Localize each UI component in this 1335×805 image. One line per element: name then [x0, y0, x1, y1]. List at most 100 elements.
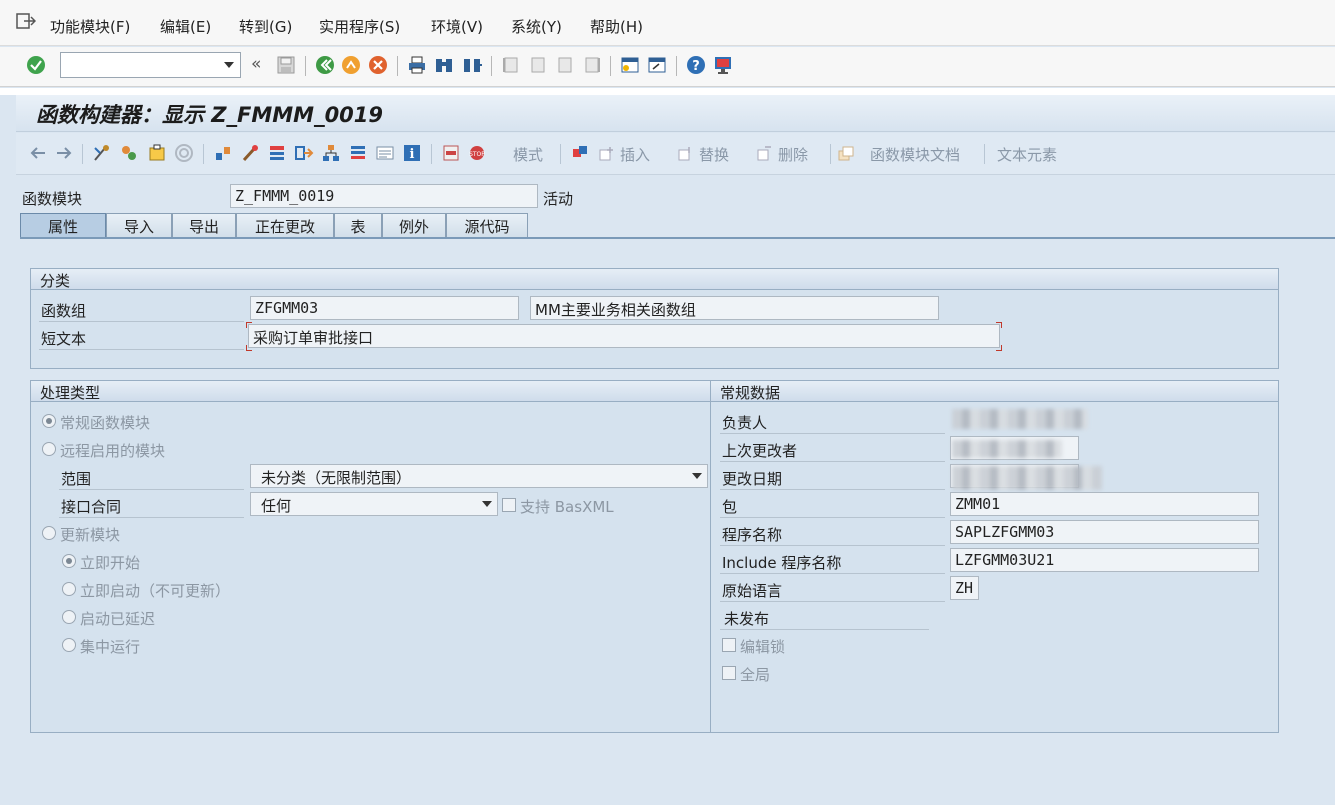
insert-icon[interactable]	[597, 143, 617, 163]
scope-label: 范围	[61, 470, 92, 488]
changed-on-redacted	[952, 466, 1102, 490]
interface-contract-dropdown[interactable]: 任何	[250, 492, 498, 516]
owner-label: 负责人	[722, 414, 768, 432]
find-icon[interactable]	[434, 55, 454, 75]
replace-button[interactable]: 替换	[699, 144, 729, 165]
find-next-icon[interactable]	[462, 55, 482, 75]
replace-icon[interactable]	[676, 143, 696, 163]
radio-normal-fm[interactable]	[42, 414, 56, 428]
pattern-icon[interactable]	[375, 143, 395, 163]
radio-collective-run[interactable]	[62, 638, 76, 652]
chevron-down-icon[interactable]	[482, 501, 492, 507]
display-change-icon[interactable]	[92, 143, 112, 163]
first-page-icon[interactable]	[501, 55, 521, 75]
radio-start-immediately-no-update[interactable]	[62, 582, 76, 596]
edit-lock-checkbox[interactable]	[722, 638, 736, 652]
enter-check-icon[interactable]	[26, 55, 46, 75]
tab-attributes[interactable]: 属性	[20, 213, 106, 238]
delete-icon[interactable]	[755, 143, 775, 163]
last-changed-by-label: 上次更改者	[722, 442, 798, 460]
stack-icon[interactable]	[348, 143, 368, 163]
print-icon[interactable]	[407, 55, 427, 75]
basxml-checkbox[interactable]	[502, 498, 516, 512]
tab-exceptions[interactable]: 例外	[382, 213, 446, 238]
row-divider	[59, 517, 244, 518]
next-page-icon[interactable]	[555, 55, 575, 75]
previous-page-icon[interactable]	[528, 55, 548, 75]
menu-utilities[interactable]: 实用程序(S)	[319, 16, 400, 37]
text-elements-button[interactable]: 文本元素	[997, 144, 1057, 165]
row-divider	[720, 517, 945, 518]
help-icon[interactable]: ?	[686, 55, 706, 75]
short-text-field[interactable]: 采购订单审批接口	[248, 324, 1000, 348]
menu-function-module[interactable]: 功能模块(F)	[50, 16, 130, 37]
processing-type-title: 处理类型	[31, 381, 710, 402]
original-language-field[interactable]: ZH	[950, 576, 979, 600]
customize-layout-icon[interactable]	[713, 55, 733, 75]
back-icon[interactable]	[315, 55, 335, 75]
radio-update-module[interactable]	[42, 526, 56, 540]
new-session-icon[interactable]	[620, 55, 640, 75]
stop-icon[interactable]: STOP	[468, 143, 488, 163]
hierarchy-icon[interactable]	[321, 143, 341, 163]
tab-source-code[interactable]: 源代码	[446, 213, 528, 238]
display-object-list-icon[interactable]	[267, 143, 287, 163]
active-inactive-icon[interactable]	[119, 143, 139, 163]
radio-remote-enabled[interactable]	[42, 442, 56, 456]
menu-environment[interactable]: 环境(V)	[431, 16, 483, 37]
where-used-icon[interactable]	[213, 143, 233, 163]
not-released-label: 未发布	[724, 610, 770, 628]
fm-documentation-icon[interactable]	[836, 143, 856, 163]
command-input[interactable]	[61, 53, 216, 77]
exit-icon[interactable]	[341, 55, 361, 75]
application-toolbar: i STOP 模式 插入 替换 删除 函数模块文档 文本元素	[16, 133, 1335, 175]
menu-goto[interactable]: 转到(G)	[239, 16, 292, 37]
toolbar-separator	[610, 56, 611, 76]
chevron-down-icon[interactable]	[692, 473, 702, 479]
global-checkbox[interactable]	[722, 666, 736, 680]
pretty-printer-icon[interactable]	[570, 143, 590, 163]
save-icon[interactable]	[276, 55, 296, 75]
command-field[interactable]	[60, 52, 241, 78]
function-group-field[interactable]: ZFGMM03	[250, 296, 519, 320]
row-divider	[720, 601, 945, 602]
radio-start-immediately[interactable]	[62, 554, 76, 568]
test-icon[interactable]	[240, 143, 260, 163]
delete-button[interactable]: 删除	[778, 144, 808, 165]
activate-icon[interactable]	[174, 143, 194, 163]
program-name-field[interactable]: SAPLZFGMM03	[950, 520, 1259, 544]
menu-system[interactable]: 系统(Y)	[511, 16, 562, 37]
package-field[interactable]: ZMM01	[950, 492, 1259, 516]
mode-button[interactable]: 模式	[513, 144, 543, 165]
info-icon[interactable]: i	[402, 143, 422, 163]
required-marker	[996, 345, 1002, 351]
navigation-window-icon[interactable]	[294, 143, 314, 163]
last-page-icon[interactable]	[582, 55, 602, 75]
fm-documentation-button[interactable]: 函数模块文档	[870, 144, 960, 165]
scope-dropdown[interactable]: 未分类（无限制范围）	[250, 464, 708, 488]
original-language-label: 原始语言	[722, 582, 783, 600]
tab-export[interactable]: 导出	[172, 213, 236, 238]
exit-menu-icon[interactable]	[16, 12, 36, 30]
radio-start-delayed[interactable]	[62, 610, 76, 624]
include-program-field[interactable]: LZFGMM03U21	[950, 548, 1259, 572]
collapse-double-chevron-icon[interactable]: «	[251, 54, 261, 74]
sap-script-icon[interactable]	[441, 143, 461, 163]
tab-changing[interactable]: 正在更改	[236, 213, 334, 238]
shortcut-icon[interactable]	[647, 55, 667, 75]
cancel-icon[interactable]	[368, 55, 388, 75]
menu-help[interactable]: 帮助(H)	[590, 16, 643, 37]
arrow-right-icon[interactable]	[54, 143, 74, 163]
tab-tables[interactable]: 表	[334, 213, 382, 238]
function-module-field[interactable]: Z_FMMM_0019	[230, 184, 538, 208]
function-group-label: 函数组	[41, 302, 87, 320]
general-data-title: 常规数据	[711, 381, 1278, 402]
interface-contract-label: 接口合同	[61, 498, 122, 516]
check-object-icon[interactable]	[147, 143, 167, 163]
chevron-down-icon[interactable]	[224, 62, 234, 68]
last-changed-by-redacted	[952, 440, 1062, 458]
arrow-left-icon[interactable]	[28, 143, 48, 163]
insert-button[interactable]: 插入	[620, 144, 650, 165]
menu-edit[interactable]: 编辑(E)	[160, 16, 211, 37]
tab-import[interactable]: 导入	[106, 213, 172, 238]
